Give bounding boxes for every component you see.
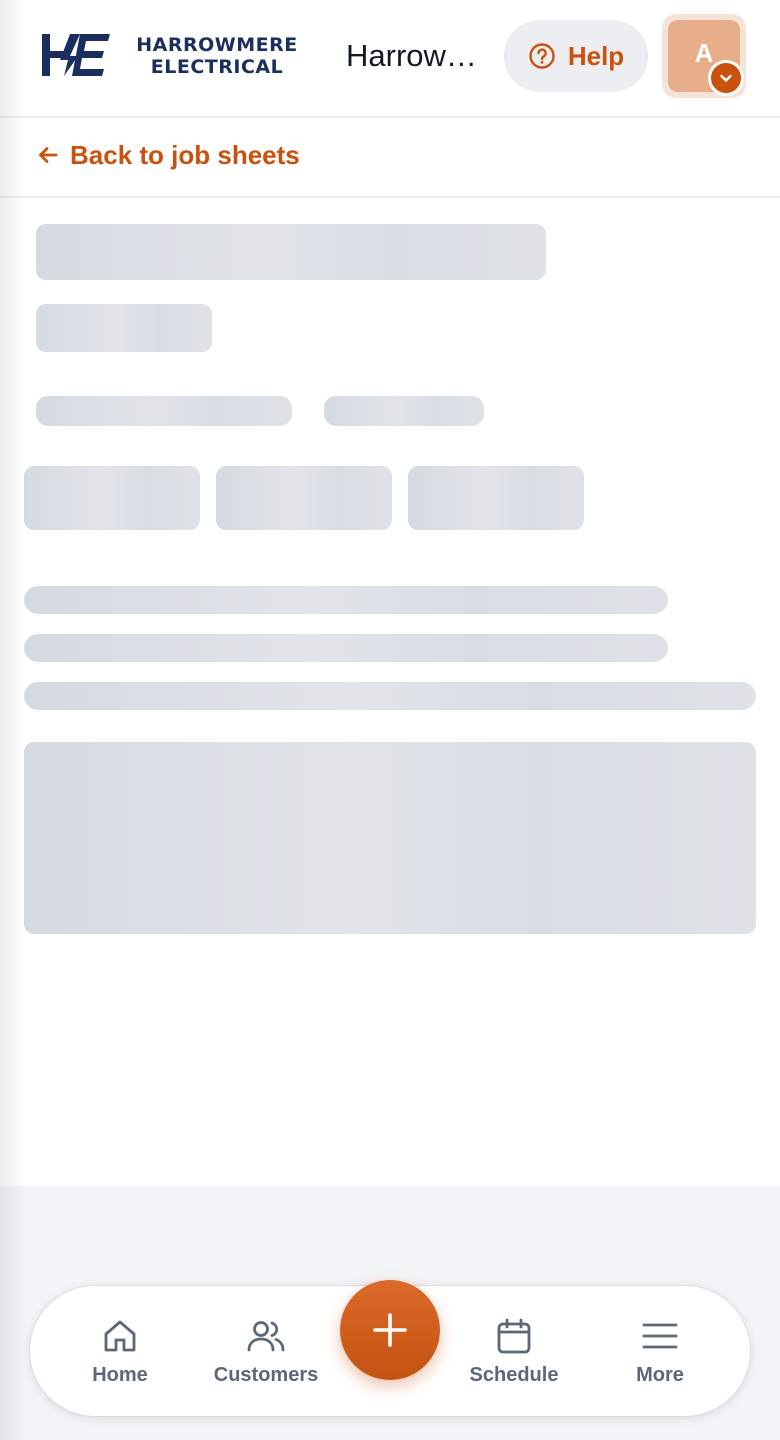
logo[interactable]: HARROWMERE ELECTRICAL bbox=[40, 32, 310, 80]
nav-schedule-label: Schedule bbox=[469, 1363, 559, 1386]
add-button[interactable] bbox=[340, 1280, 440, 1380]
app-header: HARROWMERE ELECTRICAL Harrowmere Electri… bbox=[0, 0, 780, 118]
skeleton-title bbox=[36, 224, 546, 280]
skeleton-line-2 bbox=[24, 634, 668, 662]
logo-line-2: ELECTRICAL bbox=[150, 56, 284, 78]
skeleton-meta-2 bbox=[324, 396, 484, 426]
plus-icon bbox=[373, 1313, 407, 1347]
nav-more[interactable]: More bbox=[590, 1286, 730, 1416]
skeleton-line-3 bbox=[24, 682, 756, 710]
company-name: Harrowmere Electrical bbox=[346, 38, 486, 73]
users-icon bbox=[247, 1320, 285, 1351]
help-label: Help bbox=[567, 40, 625, 71]
nav-home-label: Home bbox=[92, 1363, 148, 1386]
question-circle-icon bbox=[529, 43, 555, 69]
nav-customers[interactable]: Customers bbox=[196, 1286, 336, 1416]
skeleton-block bbox=[24, 742, 756, 934]
home-icon bbox=[104, 1320, 136, 1351]
nav-home[interactable]: Home bbox=[50, 1286, 190, 1416]
logo-mark-icon bbox=[42, 34, 110, 76]
logo-text: HARROWMERE ELECTRICAL bbox=[122, 34, 312, 78]
back-to-job-sheets-link[interactable]: Back to job sheets bbox=[36, 138, 300, 172]
nav-more-label: More bbox=[636, 1363, 684, 1386]
skeleton-action-1 bbox=[24, 466, 200, 530]
skeleton-meta-1 bbox=[36, 396, 292, 426]
menu-icon bbox=[642, 1323, 678, 1348]
skeleton-status bbox=[36, 304, 212, 352]
back-label: Back to job sheets bbox=[70, 140, 300, 170]
nav-schedule[interactable]: Schedule bbox=[444, 1286, 584, 1416]
calendar-icon bbox=[497, 1318, 531, 1353]
help-button[interactable]: Help bbox=[504, 20, 648, 92]
arrow-left-icon bbox=[39, 147, 58, 163]
chevron-down-icon[interactable] bbox=[708, 60, 744, 96]
skeleton-line-1 bbox=[24, 586, 668, 614]
skeleton-action-2 bbox=[216, 466, 392, 530]
skeleton-action-3 bbox=[408, 466, 584, 530]
breadcrumb: Back to job sheets bbox=[0, 118, 780, 198]
nav-customers-label: Customers bbox=[213, 1363, 319, 1386]
logo-line-1: HARROWMERE bbox=[136, 34, 298, 56]
